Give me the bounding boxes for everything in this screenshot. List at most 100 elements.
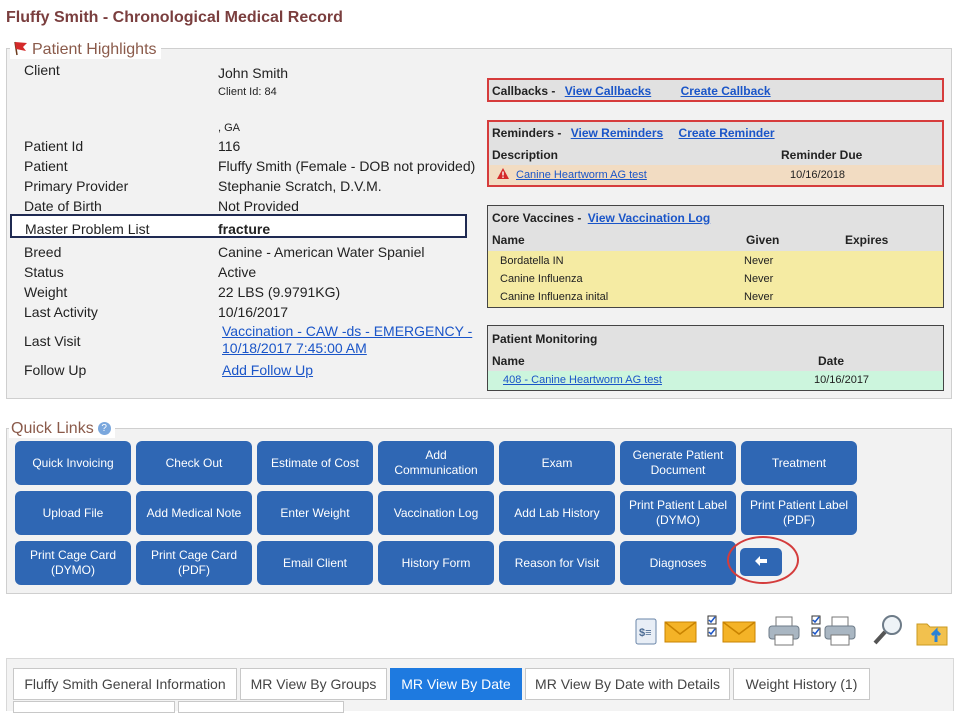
diagnoses-button[interactable]: Diagnoses: [620, 541, 736, 585]
vaccine-row: Canine Influenza: [500, 273, 583, 285]
tab-mr-view-by-groups[interactable]: MR View By Groups: [240, 668, 387, 700]
reminders-col-due: Reminder Due: [781, 148, 863, 162]
add-communication-button[interactable]: Add Communication: [378, 441, 494, 485]
vaccination-log-button[interactable]: Vaccination Log: [378, 491, 494, 535]
vaccines-col-expires: Expires: [845, 233, 889, 247]
upload-file-button[interactable]: Upload File: [15, 491, 131, 535]
patient-monitoring-title: Patient Monitoring: [492, 332, 598, 346]
follow-up-label: Follow Up: [24, 362, 87, 378]
reminders-col-description: Description: [492, 148, 559, 162]
reminder-row: Canine Heartworm AG test 10/16/2018: [489, 165, 942, 185]
last-activity-label: Last Activity: [24, 304, 98, 320]
view-callbacks-link[interactable]: View Callbacks: [565, 84, 652, 98]
back-arrow-icon: [754, 555, 768, 570]
client-name: John Smith: [218, 65, 289, 81]
reminder-item-link[interactable]: Canine Heartworm AG test: [516, 169, 647, 181]
callbacks-title: Callbacks -: [492, 84, 556, 98]
page-title: Fluffy Smith - Chronological Medical Rec…: [6, 9, 343, 26]
tab-mr-view-by-date-with-details[interactable]: MR View By Date with Details: [525, 668, 730, 700]
svg-text:$≡: $≡: [639, 627, 652, 639]
tab-general-information[interactable]: Fluffy Smith General Information: [13, 668, 237, 700]
search-icon[interactable]: [872, 612, 906, 646]
add-lab-history-button[interactable]: Add Lab History: [499, 491, 615, 535]
help-icon[interactable]: ?: [97, 422, 111, 435]
vaccines-table-body: Bordatella IN Never Canine Influenza Nev…: [488, 251, 943, 307]
back-button[interactable]: [740, 548, 782, 576]
view-reminders-link[interactable]: View Reminders: [571, 126, 663, 140]
vaccines-col-given: Given: [746, 233, 780, 247]
client-address: , GA: [218, 122, 241, 134]
client-id: Client Id: 84: [218, 86, 277, 98]
patient-monitoring-panel: Patient Monitoring Name Date 408 - Canin…: [487, 325, 944, 391]
patient-highlights-legend: Patient Highlights: [10, 40, 161, 59]
core-vaccines-title: Core Vaccines -: [492, 211, 582, 225]
reason-for-visit-button[interactable]: Reason for Visit: [499, 541, 615, 585]
vaccines-col-name: Name: [492, 233, 525, 247]
email-client-button[interactable]: Email Client: [257, 541, 373, 585]
client-label: Client: [24, 62, 60, 78]
patient-id-label: Patient Id: [24, 138, 84, 154]
vaccine-given: Never: [744, 255, 774, 267]
callbacks-panel: Callbacks - View Callbacks Create Callba…: [487, 78, 944, 102]
core-vaccines-panel: Core Vaccines - View Vaccination Log Nam…: [487, 205, 944, 308]
weight-label: Weight: [24, 284, 68, 300]
last-visit-link[interactable]: Vaccination - CAW -ds - EMERGENCY - 10/1…: [222, 323, 472, 357]
master-problem-list-label: Master Problem List: [25, 221, 150, 237]
print-patient-label-dymo-button[interactable]: Print Patient Label (DYMO): [620, 491, 736, 535]
vaccine-given: Never: [744, 291, 774, 303]
patient-label: Patient: [24, 158, 68, 174]
weight-value: 22 LBS (9.9791KG): [218, 284, 341, 300]
vaccine-row: Canine Influenza inital: [500, 291, 609, 303]
warning-icon: [496, 167, 510, 183]
monitoring-item-link[interactable]: 408 - Canine Heartworm AG test: [503, 374, 662, 386]
monitoring-col-date: Date: [818, 354, 845, 368]
monitoring-col-name: Name: [492, 354, 525, 368]
status-value: Active: [218, 264, 257, 280]
tab-second-row-1[interactable]: [13, 701, 175, 713]
treatment-button[interactable]: Treatment: [741, 441, 857, 485]
flag-icon: [12, 40, 30, 56]
reminders-title: Reminders -: [492, 126, 562, 140]
email-icon[interactable]: [663, 614, 697, 648]
vaccine-given: Never: [744, 273, 774, 285]
print-cage-card-dymo-button[interactable]: Print Cage Card (DYMO): [15, 541, 131, 585]
quick-invoicing-button[interactable]: Quick Invoicing: [15, 441, 131, 485]
print-icon[interactable]: [767, 614, 801, 648]
tab-weight-history[interactable]: Weight History (1): [733, 668, 870, 700]
print-checklist-icon[interactable]: [810, 614, 862, 648]
upload-folder-icon[interactable]: [915, 614, 949, 648]
reminder-item-due: 10/16/2018: [790, 169, 846, 181]
print-patient-label-pdf-button[interactable]: Print Patient Label (PDF): [741, 491, 857, 535]
monitoring-item-date: 10/16/2017: [814, 374, 870, 386]
status-label: Status: [24, 264, 64, 280]
patient-id-value: 116: [218, 138, 241, 154]
generate-patient-document-button[interactable]: Generate Patient Document: [620, 441, 736, 485]
breed-value: Canine - American Water Spaniel: [218, 244, 425, 260]
email-checklist-icon[interactable]: [706, 614, 758, 648]
last-visit-line2: 10/18/2017 7:45:00 AM: [222, 340, 367, 356]
check-out-button[interactable]: Check Out: [136, 441, 252, 485]
dob-value: Not Provided: [218, 198, 299, 214]
primary-provider-label: Primary Provider: [24, 178, 129, 194]
tab-mr-view-by-date[interactable]: MR View By Date: [390, 668, 522, 700]
enter-weight-button[interactable]: Enter Weight: [257, 491, 373, 535]
add-follow-up-link[interactable]: Add Follow Up: [222, 361, 313, 379]
estimate-of-cost-button[interactable]: Estimate of Cost: [257, 441, 373, 485]
create-reminder-link[interactable]: Create Reminder: [679, 126, 775, 140]
view-vaccination-log-link[interactable]: View Vaccination Log: [588, 211, 710, 225]
last-visit-line1: Vaccination - CAW -ds - EMERGENCY -: [222, 323, 473, 339]
reminders-panel: Reminders - View Reminders Create Remind…: [487, 120, 944, 187]
master-problem-list-value: fracture: [218, 221, 271, 237]
print-cage-card-pdf-button[interactable]: Print Cage Card (PDF): [136, 541, 252, 585]
primary-provider-value: Stephanie Scratch, D.V.M.: [218, 178, 382, 194]
tab-second-row-2[interactable]: [178, 701, 344, 713]
exam-button[interactable]: Exam: [499, 441, 615, 485]
invoice-icon[interactable]: $≡: [630, 614, 664, 648]
create-callback-link[interactable]: Create Callback: [681, 84, 771, 98]
breed-label: Breed: [24, 244, 62, 260]
add-medical-note-button[interactable]: Add Medical Note: [136, 491, 252, 535]
monitoring-row: 408 - Canine Heartworm AG test 10/16/201…: [488, 371, 943, 390]
history-form-button[interactable]: History Form: [378, 541, 494, 585]
dob-label: Date of Birth: [24, 198, 102, 214]
last-visit-label: Last Visit: [24, 333, 81, 349]
